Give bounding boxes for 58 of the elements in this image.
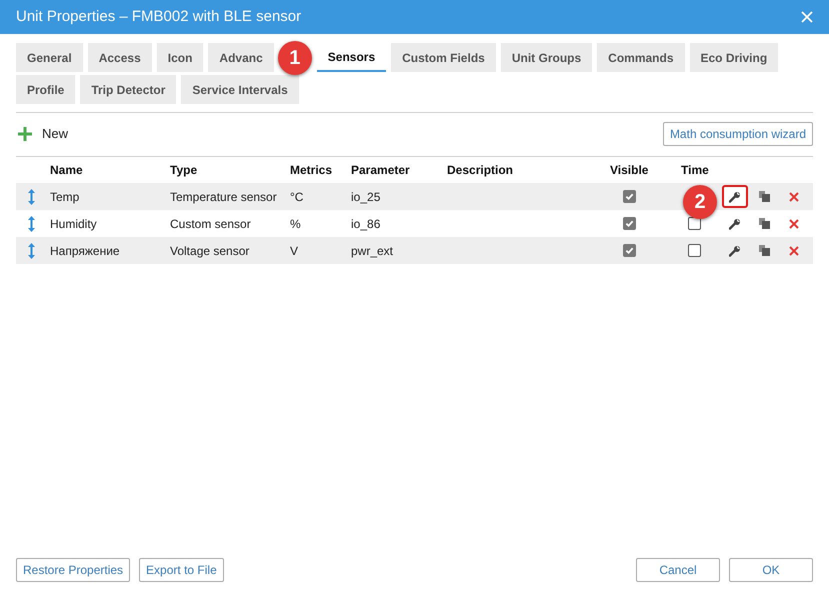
drag-handle-icon[interactable]: [28, 242, 34, 258]
column-header: Metrics: [289, 162, 332, 179]
drag-handle-icon[interactable]: [28, 188, 34, 204]
footer-button[interactable]: Export to File: [139, 558, 224, 582]
drag-handle-icon[interactable]: [28, 216, 34, 232]
table-cell-text: °C: [289, 188, 304, 206]
plus-icon: [18, 127, 32, 141]
checkbox[interactable]: [622, 217, 636, 230]
tab[interactable]: Trip Detector: [80, 75, 176, 104]
column-header: Name: [49, 162, 83, 179]
delete-icon[interactable]: [789, 246, 799, 256]
checkbox[interactable]: [688, 217, 701, 230]
close-icon[interactable]: [801, 11, 813, 23]
new-button[interactable]: New: [16, 124, 68, 144]
callout-badge: 1: [278, 41, 312, 75]
table-cell-text: V: [289, 242, 300, 260]
tab[interactable]: Unit Groups: [500, 43, 592, 72]
copy-icon[interactable]: [758, 191, 770, 202]
column-header: Visible: [609, 162, 648, 179]
table-cell-text: Temperature sensor: [169, 188, 278, 206]
copy-icon[interactable]: [758, 218, 770, 229]
tab[interactable]: Custom Fields: [391, 43, 496, 72]
table-cell-text: io_25: [350, 188, 382, 206]
footer-button[interactable]: Cancel: [636, 558, 720, 582]
footer-button[interactable]: OK: [729, 558, 813, 582]
checkbox[interactable]: [622, 244, 636, 257]
table-cell-text: %: [289, 216, 302, 232]
footer-button[interactable]: Restore Properties: [16, 558, 130, 582]
delete-icon[interactable]: [789, 218, 799, 228]
table-cell-text: io_86: [350, 216, 382, 232]
tab[interactable]: Commands: [597, 43, 684, 72]
wrench-icon: [728, 218, 740, 230]
checkbox[interactable]: [688, 244, 701, 257]
edit-button[interactable]: [722, 185, 748, 208]
column-header: Type: [169, 162, 198, 179]
checkbox[interactable]: [622, 190, 636, 203]
tab[interactable]: Advanc: [208, 43, 274, 72]
table-cell-text: Humidity: [49, 216, 98, 232]
tab[interactable]: General: [16, 43, 83, 72]
column-header: Description: [446, 162, 514, 179]
column-header: Parameter: [350, 162, 410, 179]
wrench-icon: [728, 244, 740, 256]
window-title: Unit Properties – FMB002 with BLE sensor: [16, 6, 302, 27]
table-cell-text: Custom sensor: [169, 216, 252, 232]
wizard-button[interactable]: Math consumption wizard: [662, 122, 813, 146]
tab[interactable]: Access: [88, 43, 152, 72]
tab[interactable]: Eco Driving: [690, 43, 778, 72]
table-cell-text: Voltage sensor: [169, 242, 250, 260]
column-header: Time: [680, 162, 709, 179]
table-cell-text: Напряжение: [49, 242, 121, 260]
table-cell-text: pwr_ext: [350, 242, 394, 260]
table-cell-text: Temp: [49, 188, 80, 206]
copy-icon[interactable]: [758, 245, 770, 256]
wrench-icon: [728, 190, 740, 202]
delete-icon[interactable]: [789, 192, 799, 202]
tab[interactable]: Icon: [156, 43, 204, 72]
tab[interactable]: Service Intervals: [181, 75, 299, 104]
tab[interactable]: Profile: [16, 75, 76, 104]
